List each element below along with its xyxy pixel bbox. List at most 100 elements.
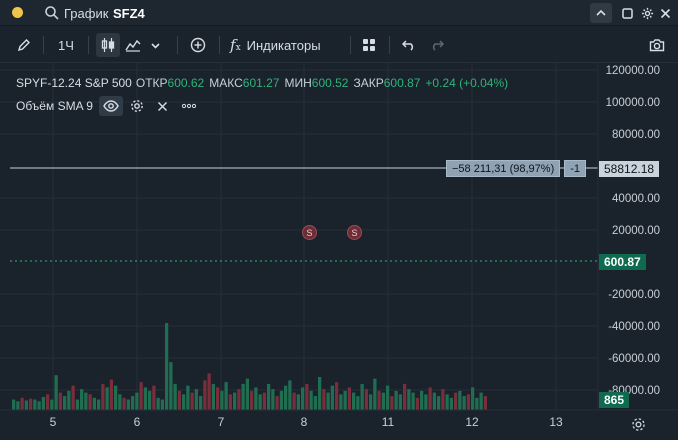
area-chart-button[interactable] [122, 33, 144, 57]
draw-tool-button[interactable] [12, 33, 36, 57]
volume-bar [152, 385, 156, 410]
volume-bar [407, 389, 411, 410]
chevron-up-icon [596, 9, 606, 16]
legend-high-key: МАКС [209, 76, 243, 90]
position-qty-button[interactable]: -1 [564, 160, 587, 177]
sell-marker[interactable]: S [302, 225, 317, 240]
volume-bar [67, 390, 71, 410]
undo-icon [402, 40, 414, 51]
gear-icon [641, 7, 653, 19]
layout-button[interactable] [358, 33, 380, 57]
indicators-button[interactable]: fx Индикаторы [230, 33, 352, 57]
toolbar-divider [43, 36, 44, 54]
toggle-visibility-button[interactable] [98, 96, 123, 116]
volume-bar [203, 380, 207, 410]
chevron-down-icon [150, 42, 160, 49]
indicators-label: Индикаторы [246, 37, 321, 53]
redo-button[interactable] [426, 33, 448, 57]
volume-bar [318, 376, 322, 410]
chart-type-dropdown[interactable] [146, 33, 164, 57]
window-settings-button[interactable] [637, 3, 657, 23]
volume-bar [216, 387, 220, 410]
legend-low-value: 600.52 [311, 76, 349, 90]
price-tick-label: 40000.00 [612, 193, 660, 205]
collapse-button[interactable] [590, 3, 612, 23]
volume-bar [458, 390, 462, 410]
area-chart-icon [125, 39, 141, 52]
volume-bar [46, 394, 50, 410]
maximize-button[interactable] [617, 3, 637, 23]
close-window-button[interactable] [655, 3, 675, 23]
chart-area[interactable]: 120000.00 100000.00 80000.00 40000.00 20000.… [0, 63, 678, 440]
volume-bar [33, 399, 37, 410]
legend-open-key: ОТКР [135, 76, 168, 90]
volume-bar [373, 378, 377, 410]
volume-bars [12, 323, 487, 410]
volume-bar [177, 390, 181, 410]
volume-bar [330, 385, 334, 410]
volume-bar [58, 392, 62, 410]
price-tick-label: -20000.00 [608, 289, 660, 301]
volume-bar [369, 394, 373, 410]
interval-button[interactable]: 1Ч [52, 33, 80, 57]
volume-bar [364, 389, 368, 410]
volume-bar [445, 394, 449, 410]
volume-bar [271, 389, 275, 410]
volume-bar [131, 396, 135, 410]
window-status-dot[interactable] [12, 7, 23, 18]
volume-bar [381, 392, 385, 410]
volume-bar [479, 392, 483, 410]
volume-bar [386, 385, 390, 410]
volume-bar [309, 390, 313, 410]
screenshot-button[interactable] [645, 33, 669, 57]
volume-bar [284, 385, 288, 410]
time-tick-label: 7 [218, 415, 225, 429]
chart-canvas[interactable]: 120000.00 100000.00 80000.00 40000.00 20000.… [0, 63, 678, 440]
volume-bar [296, 394, 300, 410]
symbol-name[interactable]: SFZ4 [113, 6, 145, 21]
volume-bar [471, 387, 475, 410]
chart-settings-button[interactable] [628, 414, 648, 434]
volume-bar [118, 394, 122, 410]
volume-bar [305, 383, 309, 410]
indicator-settings-button[interactable] [125, 96, 149, 116]
volume-bar [75, 399, 79, 410]
undo-button[interactable] [398, 33, 420, 57]
volume-bar [424, 394, 428, 410]
volume-bar [347, 387, 351, 410]
fx-icon: fx [230, 36, 241, 54]
volume-bar [207, 373, 211, 410]
position-pnl: −58 211,31 (98,97%) [446, 160, 561, 177]
volume-bar [288, 380, 292, 410]
volume-bar [360, 383, 364, 410]
toolbar-divider [389, 36, 390, 54]
search-icon[interactable] [44, 5, 60, 21]
volume-bar [50, 399, 54, 410]
add-compare-button[interactable] [186, 33, 210, 57]
candles-chart-button[interactable] [96, 33, 120, 57]
price-tick-label: 120000.00 [606, 65, 660, 77]
toolbar-divider [88, 36, 89, 54]
volume-bar [343, 390, 347, 410]
chart-toolbar: 1Ч fx Индикаторы [0, 27, 678, 63]
remove-indicator-button[interactable] [151, 96, 175, 116]
price-axis[interactable]: 120000.00 100000.00 80000.00 40000.00 20000.… [606, 65, 660, 397]
volume-bar [233, 392, 237, 410]
legend-close-key: ЗАКР [353, 76, 384, 90]
volume-bar [122, 397, 126, 410]
volume-bar [279, 390, 283, 410]
square-icon [621, 7, 633, 19]
position-label[interactable]: −58 211,31 (98,97%) -1 [446, 160, 587, 177]
close-icon [660, 8, 670, 18]
volume-bar [143, 387, 147, 410]
price-tick-label: 100000.00 [606, 97, 660, 109]
time-axis[interactable]: 5 6 7 8 11 12 13 [50, 415, 563, 429]
volume-bar [224, 382, 228, 410]
sell-marker[interactable]: S [347, 225, 362, 240]
volume-bar [220, 390, 224, 410]
legend-open-value: 600.62 [167, 76, 205, 90]
volume-bar [292, 392, 296, 410]
toolbar-divider [350, 36, 351, 54]
indicator-more-button[interactable] [177, 96, 201, 116]
volume-bar [41, 396, 45, 410]
